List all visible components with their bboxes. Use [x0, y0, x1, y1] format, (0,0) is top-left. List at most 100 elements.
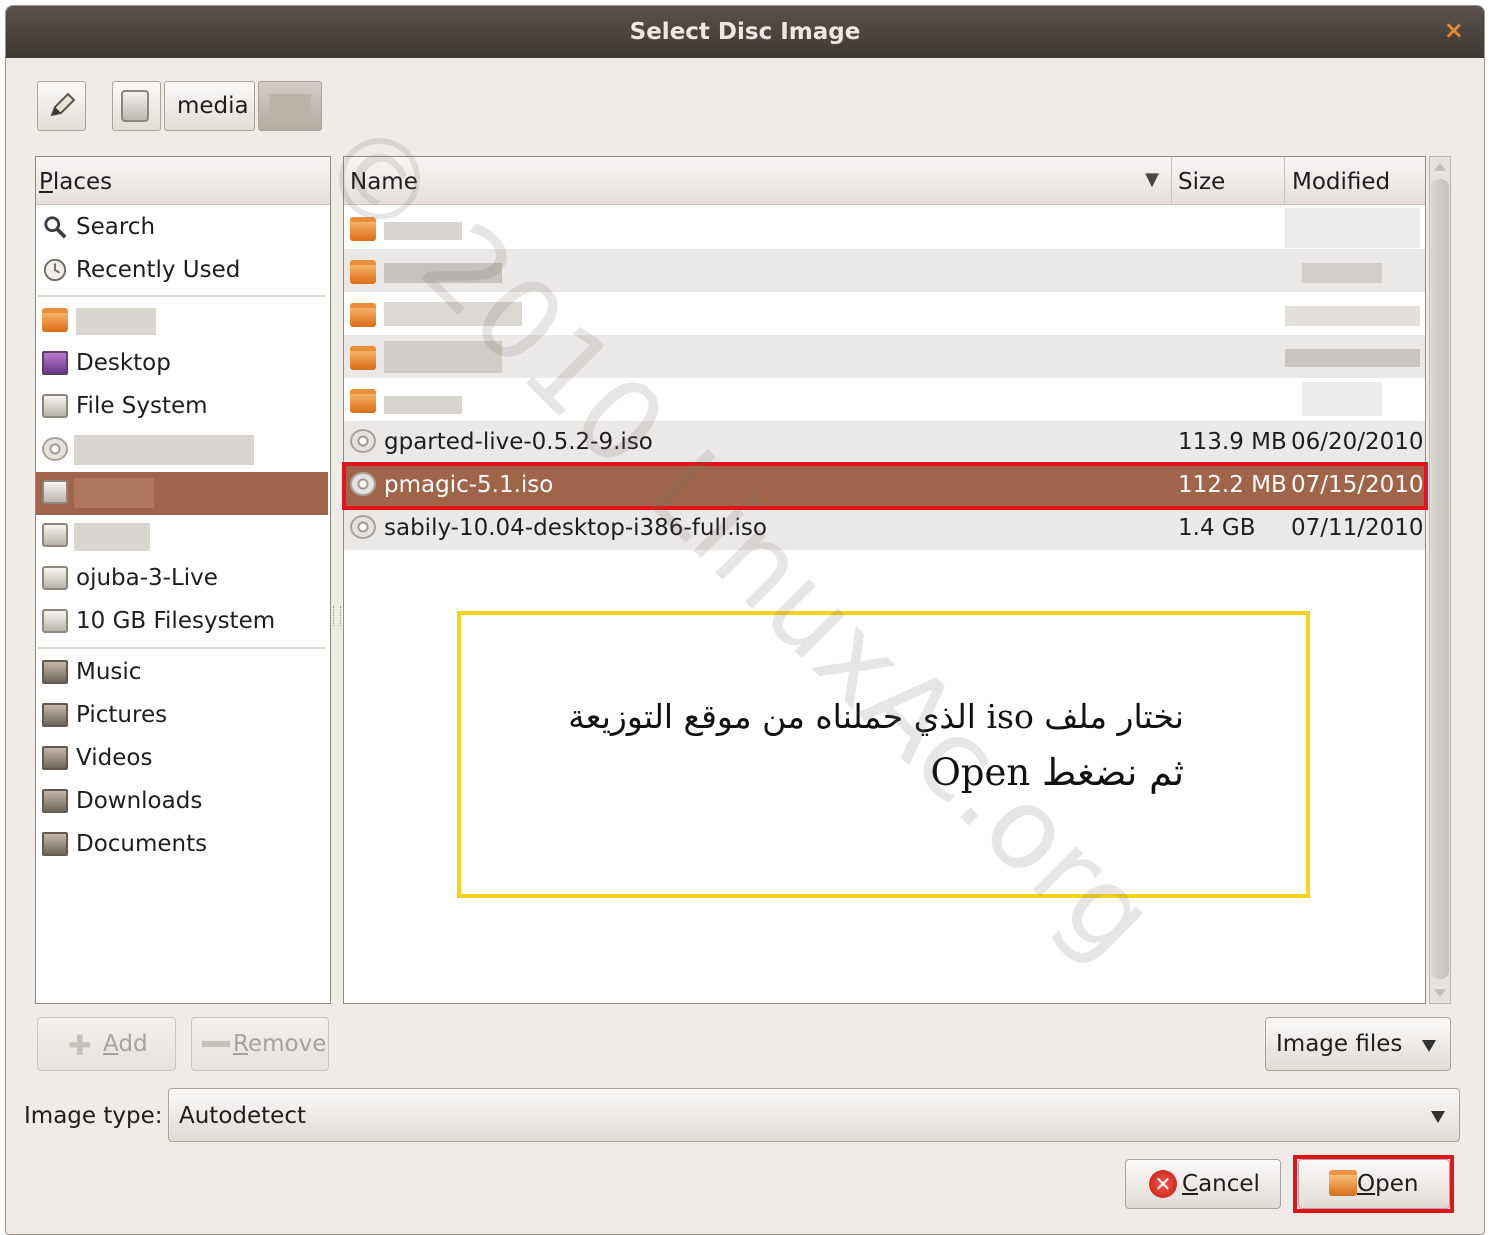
place-label: Pictures — [76, 702, 168, 728]
redacted-date — [1285, 349, 1420, 367]
downloads-folder-icon — [42, 789, 68, 813]
redacted-date — [1302, 263, 1382, 283]
file-type-filter-dropdown[interactable]: Image files — [1265, 1017, 1451, 1071]
search-icon — [44, 216, 67, 239]
place-10gb-filesystem[interactable]: 10 GB Filesystem — [36, 601, 328, 644]
place-file-system[interactable]: File System — [36, 386, 328, 429]
place-label: ojuba-3-Live — [76, 565, 218, 591]
pictures-folder-icon — [42, 703, 68, 727]
file-row-folder[interactable] — [344, 206, 1425, 249]
drive-icon — [42, 480, 68, 504]
folder-icon — [350, 217, 376, 241]
place-label: Documents — [76, 831, 208, 857]
title-bar[interactable]: Select Disc Image × — [6, 6, 1484, 58]
dialog-window: Select Disc Image × media Places Search — [5, 5, 1485, 1235]
image-type-dropdown[interactable]: Autodetect — [168, 1088, 1460, 1142]
cancel-mnemonic: C — [1182, 1171, 1199, 1197]
redacted-label — [74, 478, 154, 508]
path-root-drive-button[interactable] — [112, 81, 161, 131]
place-pictures[interactable]: Pictures — [36, 695, 328, 738]
selection-highlight-box — [342, 462, 1428, 510]
scrollbar-thumb[interactable] — [1431, 179, 1449, 979]
path-segment-current[interactable] — [258, 81, 322, 131]
file-row-folder[interactable] — [344, 292, 1425, 335]
cancel-button[interactable]: ✕ Cancel — [1125, 1159, 1281, 1209]
folder-icon — [350, 346, 376, 370]
pane-resize-handle[interactable] — [333, 606, 341, 626]
column-name-label: Name — [350, 169, 418, 195]
place-label: Desktop — [76, 350, 171, 376]
path-segment-label: media — [177, 93, 249, 119]
desktop-icon — [42, 351, 68, 375]
instruction-callout: نختار ملف iso الذي حملناه من موقع التوزي… — [457, 611, 1310, 898]
folder-icon — [350, 303, 376, 327]
redacted-filename — [384, 222, 462, 240]
plus-icon: ✚ — [68, 1029, 92, 1062]
place-disc[interactable] — [36, 429, 328, 472]
column-header-size[interactable]: Size — [1172, 157, 1285, 205]
videos-folder-icon — [42, 746, 68, 770]
cancel-icon: ✕ — [1149, 1170, 1177, 1198]
chevron-down-icon — [1422, 1040, 1436, 1052]
minus-icon — [202, 1041, 230, 1047]
file-name: gparted-live-0.5.2-9.iso — [384, 429, 653, 455]
remove-mnemonic: R — [233, 1031, 248, 1057]
disc-image-icon — [350, 515, 376, 539]
disc-icon — [42, 437, 68, 461]
place-label: Music — [76, 659, 142, 685]
place-selected-drive[interactable] — [36, 472, 328, 515]
dialog-title: Select Disc Image — [629, 19, 861, 45]
place-ojuba-3-live[interactable]: ojuba-3-Live — [36, 558, 328, 601]
drive-icon — [42, 609, 68, 633]
file-modified: 06/20/2010 — [1291, 429, 1424, 455]
scroll-up-arrow-icon[interactable] — [1434, 163, 1446, 171]
add-mnemonic: A — [103, 1031, 119, 1057]
column-header-name[interactable]: Name ▼ — [344, 157, 1172, 205]
place-desktop[interactable]: Desktop — [36, 343, 328, 386]
place-search[interactable]: Search — [36, 207, 328, 250]
file-row-folder[interactable] — [344, 335, 1425, 378]
file-name: sabily-10.04-desktop-i386-full.iso — [384, 515, 767, 541]
add-label: dd — [118, 1031, 148, 1057]
file-size: 113.9 MB — [1178, 429, 1287, 455]
place-documents[interactable]: Documents — [36, 824, 328, 867]
file-row-folder[interactable] — [344, 249, 1425, 292]
open-button-highlight-box — [1293, 1155, 1454, 1213]
place-home[interactable] — [36, 300, 328, 343]
column-modified-label: Modified — [1292, 169, 1391, 195]
place-recently-used[interactable]: Recently Used — [36, 250, 328, 293]
file-row-sabily[interactable]: sabily-10.04-desktop-i386-full.iso 1.4 G… — [344, 507, 1425, 550]
scroll-down-arrow-icon[interactable] — [1434, 989, 1446, 997]
clock-icon — [43, 258, 67, 282]
place-label: File System — [76, 393, 208, 419]
file-row-folder[interactable] — [344, 378, 1425, 421]
sort-descending-icon: ▼ — [1145, 169, 1159, 190]
place-drive[interactable] — [36, 515, 328, 558]
file-list-scrollbar[interactable] — [1429, 156, 1451, 1004]
folder-icon — [350, 389, 376, 413]
file-row-gparted[interactable]: gparted-live-0.5.2-9.iso 113.9 MB 06/20/… — [344, 421, 1425, 464]
place-downloads[interactable]: Downloads — [36, 781, 328, 824]
place-music[interactable]: Music — [36, 652, 328, 695]
place-label: Downloads — [76, 788, 203, 814]
disc-image-icon — [350, 429, 376, 453]
close-icon[interactable]: × — [1444, 16, 1464, 44]
places-header[interactable]: Places — [36, 157, 330, 205]
places-header-label: laces — [52, 169, 113, 195]
redacted-label — [76, 308, 156, 335]
place-videos[interactable]: Videos — [36, 738, 328, 781]
remove-bookmark-button[interactable]: Remove — [191, 1017, 329, 1071]
path-segment-media[interactable]: media — [164, 81, 255, 131]
redacted-filename — [384, 341, 502, 373]
places-separator — [38, 295, 326, 297]
add-bookmark-button[interactable]: ✚ Add — [37, 1017, 176, 1071]
redacted-date — [1285, 306, 1420, 326]
drive-icon — [42, 394, 68, 418]
folder-icon — [350, 260, 376, 284]
place-label: 10 GB Filesystem — [76, 608, 276, 634]
redacted-date — [1285, 208, 1420, 248]
column-header-modified[interactable]: Modified — [1285, 157, 1425, 205]
file-modified: 07/11/2010 — [1291, 515, 1424, 541]
edit-location-button[interactable] — [37, 81, 86, 131]
music-folder-icon — [42, 660, 68, 684]
